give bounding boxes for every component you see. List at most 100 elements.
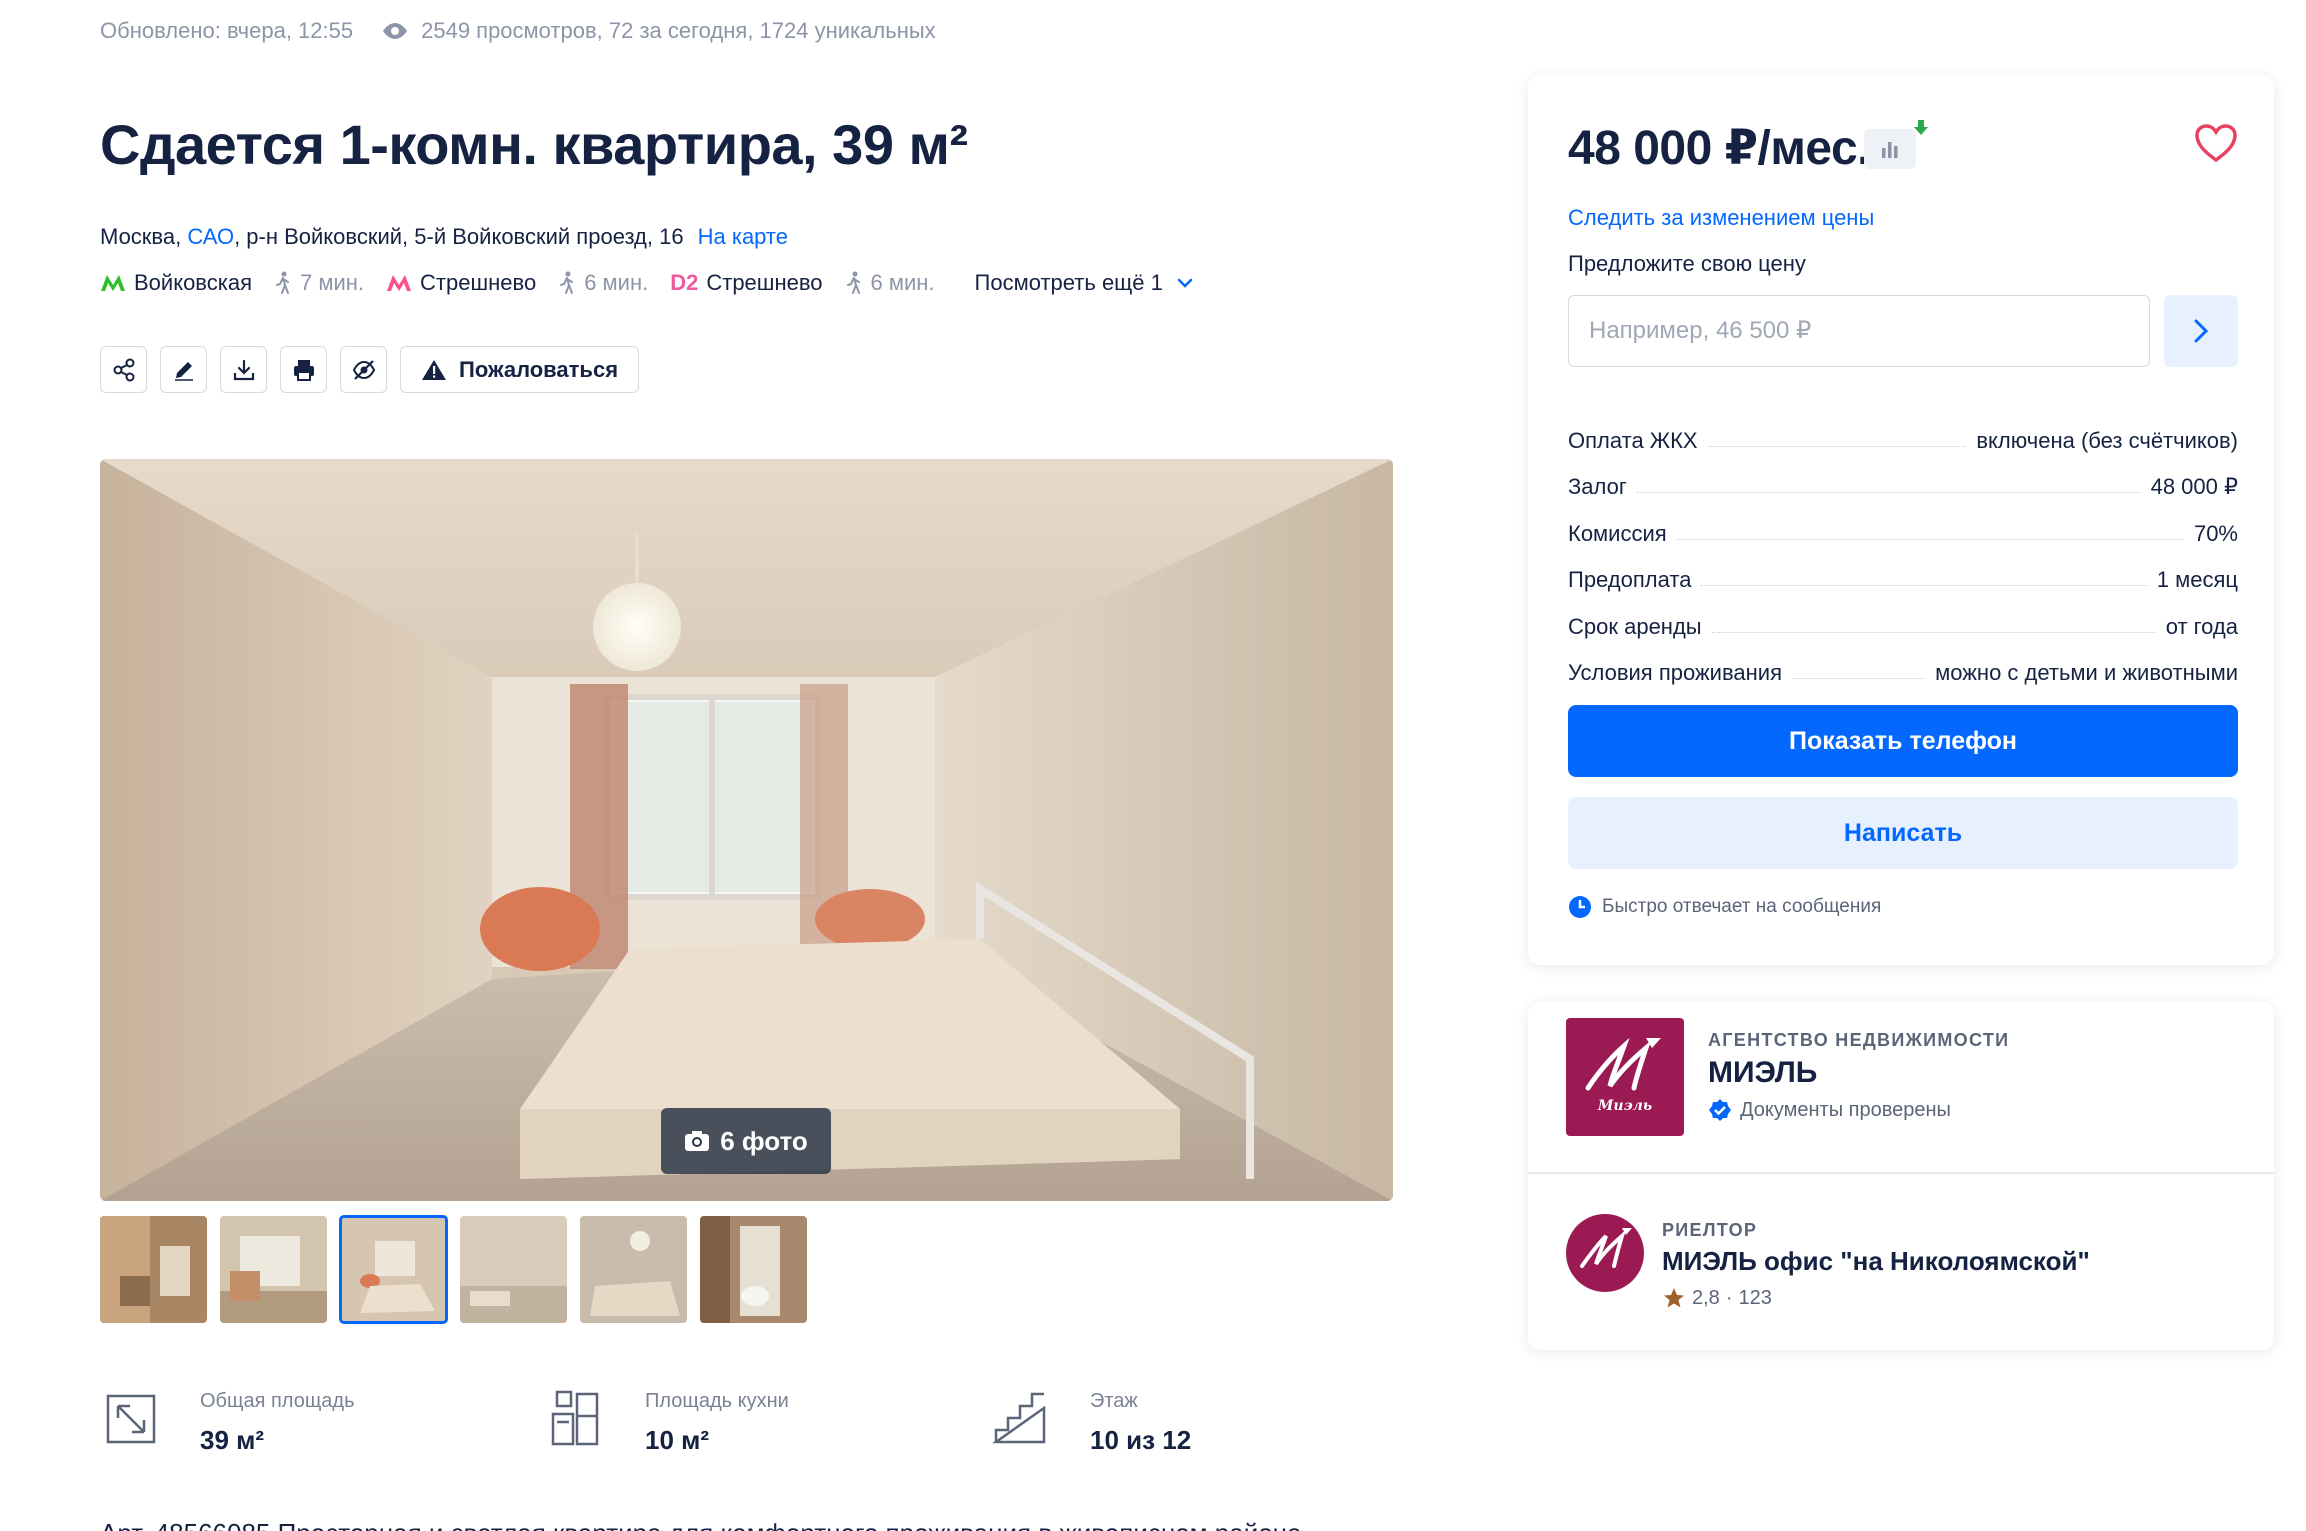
- term-value: включена (без счётчиков): [1976, 427, 2238, 453]
- thumbnail[interactable]: [460, 1216, 567, 1323]
- price-card: 48 000 ₽/мес. Следить за изменением цены…: [1528, 75, 2274, 965]
- share-button[interactable]: [100, 346, 147, 393]
- d2-logo-icon: D2: [670, 270, 699, 295]
- term-row: Срок аренды от года: [1568, 593, 2238, 640]
- metro-name: Стрешнево: [706, 270, 823, 295]
- metro-station[interactable]: Стрешнево 6 мин.: [386, 270, 648, 296]
- rental-terms: Оплата ЖКХ включена (без счётчиков) Залог…: [1568, 407, 2238, 686]
- show-more-metro-label: Посмотреть ещё 1: [974, 270, 1163, 295]
- photo-count-label: 6 фото: [720, 1125, 808, 1156]
- meta-line: Обновлено: вчера, 12:55 2549 просмотров,…: [100, 18, 936, 44]
- area-icon: [106, 1394, 156, 1444]
- thumbnail[interactable]: [700, 1216, 807, 1323]
- clock-icon: [1569, 896, 1591, 918]
- map-link[interactable]: На карте: [698, 224, 788, 249]
- realtor-avatar[interactable]: [1566, 1214, 1644, 1292]
- verified-badge: Документы проверены: [1708, 1098, 1951, 1122]
- hide-button[interactable]: [340, 346, 387, 393]
- fact-floor: Этаж 10 из 12: [990, 1388, 1435, 1456]
- eye-icon: [383, 23, 408, 39]
- miel-logo-icon: [1580, 1228, 1632, 1268]
- thumbnail[interactable]: [100, 1216, 207, 1323]
- term-value: 48 000 ₽: [2150, 474, 2238, 499]
- thumbnail-image: [700, 1216, 807, 1323]
- district-link[interactable]: САО: [187, 224, 234, 249]
- term-value: 1 месяц: [2156, 567, 2238, 592]
- offer-submit-button[interactable]: [2164, 295, 2238, 367]
- fact-value: 10 из 12: [1090, 1425, 1192, 1455]
- arrow-down-icon: [1914, 120, 1928, 135]
- thumbnail-image: [220, 1216, 327, 1323]
- verified-check-icon: [1709, 1099, 1731, 1121]
- walk-icon: [276, 271, 290, 294]
- fact-kitchen-area: Площадь кухни 10 м²: [545, 1388, 990, 1456]
- show-phone-button[interactable]: Показать телефон: [1568, 705, 2238, 777]
- metro-logo-icon: [101, 275, 125, 291]
- thumbnail-image: [460, 1216, 567, 1323]
- hide-icon: [352, 359, 375, 380]
- download-icon: [233, 359, 254, 380]
- updated-text: Обновлено: вчера, 12:55: [100, 18, 354, 43]
- price-history-button[interactable]: [1864, 120, 1928, 169]
- kitchen-icon: [551, 1390, 599, 1446]
- metro-walk: 6 мин.: [558, 270, 648, 296]
- logo-wordmark: Миэль: [1597, 1098, 1652, 1114]
- star-icon: [1664, 1288, 1684, 1308]
- metro-station[interactable]: D2 Стрешнево 6 мин.: [670, 270, 934, 296]
- chevron-right-icon: [2194, 319, 2209, 343]
- print-icon: [293, 359, 314, 381]
- offer-price-input[interactable]: [1568, 295, 2150, 367]
- thumbnail-image: [340, 1216, 447, 1323]
- print-button[interactable]: [280, 346, 327, 393]
- write-message-button[interactable]: Написать: [1568, 797, 2238, 869]
- warning-icon: [422, 359, 446, 380]
- realtor-rating[interactable]: 2,8 · 123: [1662, 1286, 1772, 1310]
- term-key: Оплата ЖКХ: [1568, 427, 1698, 453]
- term-row: Залог 48 000 ₽: [1568, 454, 2238, 501]
- term-key: Условия проживания: [1568, 660, 1782, 685]
- listing-page: Обновлено: вчера, 12:55 2549 просмотров,…: [0, 0, 2306, 1531]
- thumbnail-active[interactable]: [339, 1215, 448, 1324]
- term-value: 70%: [2193, 520, 2238, 546]
- walk-time: 6 мин.: [584, 270, 649, 295]
- metro-walk: 7 мин.: [274, 270, 364, 296]
- thumbnail-image: [100, 1216, 207, 1323]
- thumbnail[interactable]: [220, 1216, 327, 1323]
- favorite-heart-icon[interactable]: [2194, 123, 2238, 163]
- download-button[interactable]: [220, 346, 267, 393]
- address-city: Москва,: [100, 224, 188, 249]
- fact-value: 39 м²: [200, 1425, 265, 1455]
- agency-card: Миэль АГЕНТСТВО НЕДВИЖИМОСТИ МИЭЛЬ Докум…: [1528, 1002, 2274, 1350]
- show-more-metro-button[interactable]: Посмотреть ещё 1: [975, 270, 1193, 296]
- term-row: Условия проживания можно с детьми и живот…: [1568, 640, 2238, 687]
- agency-name[interactable]: МИЭЛЬ: [1708, 1056, 1817, 1090]
- price: 48 000 ₽/мес.: [1568, 122, 1870, 175]
- note-button[interactable]: [160, 346, 207, 393]
- chevron-down-icon: [1177, 278, 1193, 288]
- realtor-name[interactable]: МИЭЛЬ офис "на Николоямской": [1662, 1246, 2090, 1277]
- realtor-type-label: РИЕЛТОР: [1662, 1220, 1758, 1240]
- verified-text: Документы проверены: [1740, 1098, 1951, 1121]
- photo-gallery[interactable]: 6 фото: [100, 459, 1393, 1201]
- complain-button[interactable]: Пожаловаться: [400, 346, 640, 393]
- metro-name: Стрешнево: [420, 270, 537, 295]
- term-key: Предоплата: [1568, 567, 1692, 592]
- metro-station[interactable]: Войковская 7 мин.: [100, 270, 364, 296]
- follow-price-link[interactable]: Следить за изменением цены: [1568, 205, 1874, 231]
- address: Москва, САО, р-н Войковский, 5-й Войковс…: [100, 224, 788, 250]
- page-title: Сдается 1-комн. квартира, 39 м²: [100, 113, 968, 176]
- fact-label: Общая площадь: [200, 1390, 355, 1412]
- camera-icon: [685, 1131, 710, 1151]
- main-photo: [100, 459, 1393, 1201]
- toolbar: Пожаловаться: [100, 346, 640, 393]
- thumbnail[interactable]: [580, 1216, 687, 1323]
- term-key: Срок аренды: [1568, 613, 1702, 639]
- walk-icon: [846, 271, 860, 294]
- rating-separator: ·: [1725, 1286, 1733, 1309]
- pencil-icon: [174, 361, 193, 381]
- fact-value: 10 м²: [645, 1425, 710, 1455]
- fast-reply-text: Быстро отвечает на сообщения: [1602, 896, 1882, 917]
- photo-count-button[interactable]: 6 фото: [661, 1108, 831, 1174]
- walk-icon: [560, 271, 574, 294]
- agency-logo[interactable]: Миэль: [1566, 1018, 1684, 1136]
